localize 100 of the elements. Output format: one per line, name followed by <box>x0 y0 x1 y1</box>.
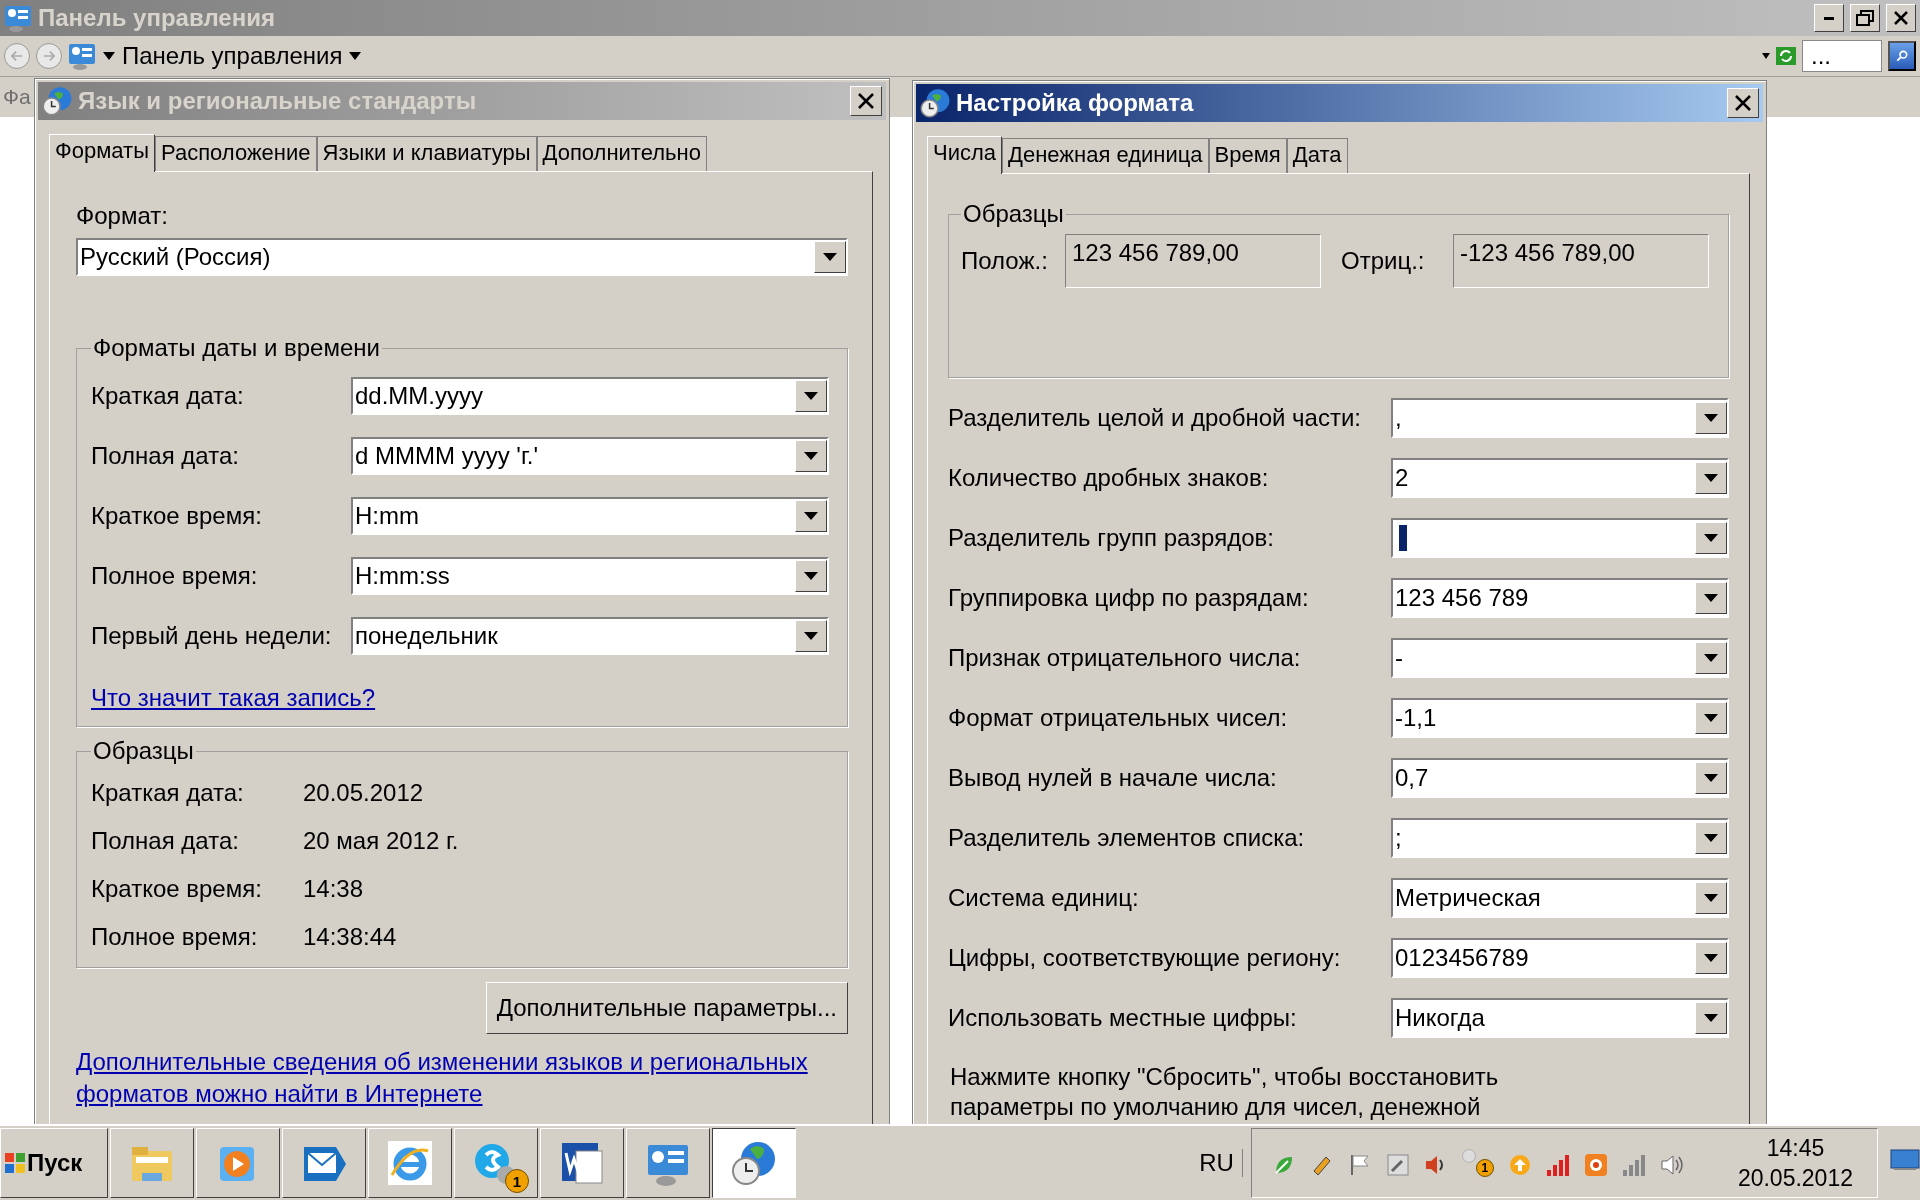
clock-time[interactable]: 14:45 <box>1766 1133 1825 1163</box>
dropdown-arrow-icon <box>1703 713 1719 723</box>
advanced-settings-button[interactable]: Дополнительные параметры... <box>485 982 848 1034</box>
group-title: Образцы <box>962 200 1065 228</box>
control-panel-icon <box>68 42 96 70</box>
language-indicator[interactable]: RU <box>1199 1149 1243 1177</box>
field-label: Цифры, соответствующие региону: <box>948 944 1342 972</box>
dropdown[interactable]: 0,7 <box>1391 758 1729 798</box>
field-label: Полное время: <box>91 562 259 590</box>
taskbar-button[interactable]: 1 <box>454 1128 538 1198</box>
close-icon <box>857 92 875 110</box>
start-button[interactable]: Пуск <box>0 1128 108 1198</box>
dropdown-arrow-icon <box>1703 1013 1719 1023</box>
window-title: Настройка формата <box>956 89 1195 117</box>
sample-value: 14:38 <box>303 875 365 903</box>
tab[interactable]: Числа <box>927 136 1003 174</box>
notification-badge: 1 <box>1475 1159 1494 1177</box>
tab[interactable]: Денежная единица <box>1002 138 1209 173</box>
info-link[interactable]: Дополнительные сведения об изменении языков и региональных форматов можно найти в Интернете <box>76 1046 836 1110</box>
toolbar-text: Фа <box>3 85 31 109</box>
format-dropdown[interactable]: d MMMM yyyy 'г.' <box>351 437 829 475</box>
field-label: Первый день недели: <box>91 622 333 650</box>
sample-value-box: -123 456 789,00 <box>1453 234 1709 288</box>
signal-bars-icon[interactable] <box>1545 1153 1570 1177</box>
field-label: Разделитель групп разрядов: <box>948 524 1275 552</box>
dropdown-arrow-icon <box>1703 473 1719 483</box>
field-label: Система единиц: <box>948 884 1140 912</box>
dropdown-arrow-icon[interactable] <box>1762 53 1770 59</box>
field-label: Разделитель элементов списка: <box>948 824 1306 852</box>
field-label: Группировка цифр по разрядам: <box>948 584 1310 612</box>
sample-label: Краткая дата: <box>91 779 245 807</box>
dropdown-arrow-icon <box>803 511 819 521</box>
sample-value: 20.05.2012 <box>303 779 425 807</box>
dropdown-arrow-icon <box>1703 893 1719 903</box>
dropdown[interactable]: Никогда <box>1391 998 1729 1038</box>
sample-value: 14:38:44 <box>303 923 398 951</box>
field-label: Полная дата: <box>91 442 240 470</box>
speaker-icon[interactable] <box>1659 1153 1684 1177</box>
help-link[interactable]: Что значит такая запись? <box>91 684 376 711</box>
control-panel-icon <box>4 4 32 32</box>
field-label: Разделитель целой и дробной части: <box>948 404 1362 432</box>
window-title: Язык и региональные стандарты <box>78 87 478 115</box>
tab[interactable]: Время <box>1208 138 1287 173</box>
instruction-text: Нажмите кнопку "Сбросить", чтобы восстановить параметры по умолчанию для чисел, денежной <box>949 1062 1500 1122</box>
dropdown[interactable]: Метрическая <box>1391 878 1729 918</box>
dropdown-arrow-icon <box>1703 953 1719 963</box>
taskbar-button[interactable] <box>712 1128 796 1198</box>
sample-label: Полож.: <box>961 247 1049 275</box>
group-title: Образцы <box>92 737 195 765</box>
browser-icon <box>386 1139 434 1187</box>
field-label: Вывод нулей в начале числа: <box>948 764 1278 792</box>
dropdown-arrow-icon <box>803 571 819 581</box>
dropdown[interactable]: 2 <box>1391 458 1729 498</box>
tab[interactable]: Дата <box>1286 138 1348 173</box>
field-label: Краткое время: <box>91 502 263 530</box>
dropdown-arrow-icon[interactable] <box>348 51 363 61</box>
globe-clock-icon <box>42 86 72 116</box>
clock-date[interactable]: 20.05.2012 <box>1737 1163 1853 1193</box>
sample-value: 20 мая 2012 г. <box>303 827 460 855</box>
field-label: Формат отрицательных чисел: <box>948 704 1289 732</box>
show-desktop-icon[interactable] <box>1890 1148 1920 1172</box>
dropdown-arrow-icon <box>1703 593 1719 603</box>
dropdown-arrow-icon <box>1703 533 1719 543</box>
dropdown[interactable]: 123 456 789 <box>1391 578 1729 618</box>
dropdown-arrow-icon <box>803 631 819 641</box>
format-dropdown[interactable]: dd.MM.yyyy <box>351 377 829 415</box>
globe-clock-icon <box>920 88 950 118</box>
forward-arrow-icon <box>43 50 55 62</box>
restore-icon <box>1856 10 1874 26</box>
search-button[interactable] <box>1888 41 1916 71</box>
search-field[interactable]: ... <box>1802 40 1882 72</box>
dropdown-arrow-icon <box>803 391 819 401</box>
dropdown[interactable] <box>1391 518 1729 558</box>
close-button[interactable] <box>1727 88 1759 118</box>
tab[interactable]: Расположение <box>154 136 317 171</box>
address-path[interactable]: Панель управления <box>122 42 343 70</box>
dropdown[interactable]: 0123456789 <box>1391 938 1729 978</box>
tab[interactable]: Дополнительно <box>536 136 707 171</box>
format-dropdown[interactable]: понедельник <box>351 617 829 655</box>
format-dropdown[interactable]: Русский (Россия) <box>76 238 848 276</box>
dropdown[interactable]: -1,1 <box>1391 698 1729 738</box>
tab[interactable]: Форматы <box>49 134 155 172</box>
windows-logo-icon <box>5 1153 25 1173</box>
dropdown[interactable]: , <box>1391 398 1729 438</box>
group-title: Форматы даты и времени <box>92 334 381 362</box>
globe-clock-icon <box>730 1139 778 1187</box>
close-icon <box>1893 10 1909 26</box>
sample-label: Полная дата: <box>91 827 240 855</box>
dropdown-arrow-icon <box>822 252 838 262</box>
format-dropdown[interactable]: H:mm:ss <box>351 557 829 595</box>
dropdown[interactable]: ; <box>1391 818 1729 858</box>
dropdown-arrow-icon <box>1703 833 1719 843</box>
sample-label: Полное время: <box>91 923 259 951</box>
dropdown-arrow-icon[interactable] <box>102 51 116 61</box>
refresh-icon[interactable] <box>1776 47 1796 65</box>
field-label: Формат: <box>76 202 169 230</box>
dropdown[interactable]: - <box>1391 638 1729 678</box>
format-dropdown[interactable]: H:mm <box>351 497 829 535</box>
tab[interactable]: Языки и клавиатуры <box>316 136 537 171</box>
dropdown-arrow-icon <box>1703 773 1719 783</box>
